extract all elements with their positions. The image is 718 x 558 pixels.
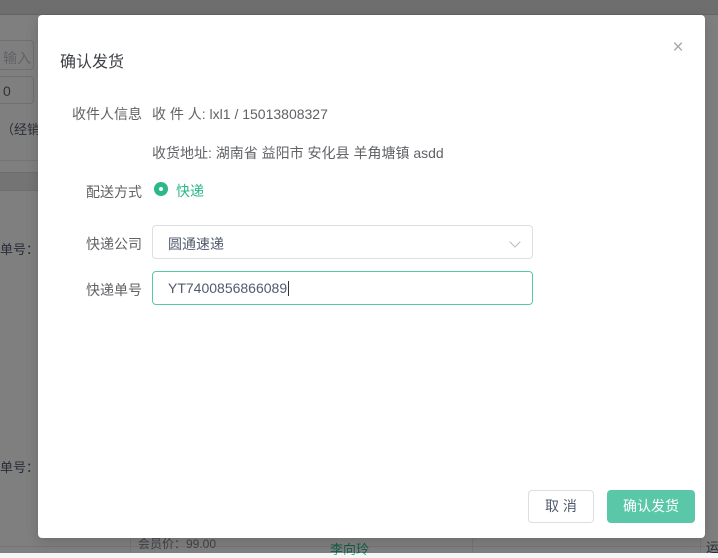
dialog-title: 确认发货 — [60, 48, 124, 72]
tracking-number-label: 快递单号 — [38, 280, 142, 300]
recipient-info-label: 收件人信息 — [38, 104, 142, 124]
confirm-shipment-dialog: 确认发货 × 收件人信息 收 件 人: lxl1 / 15013808327 收… — [38, 15, 705, 538]
close-icon[interactable]: × — [667, 37, 689, 59]
recipient-address-value: 收货地址: 湖南省 益阳市 安化县 羊角塘镇 asdd — [152, 143, 444, 163]
courier-company-select[interactable]: 圆通速递 — [152, 225, 533, 259]
cancel-button[interactable]: 取 消 — [528, 490, 594, 523]
confirm-shipment-button[interactable]: 确认发货 — [607, 490, 695, 523]
tracking-number-value: YT7400856866089 — [168, 280, 287, 296]
delivery-option-express[interactable]: 快递 — [176, 181, 204, 201]
chevron-down-icon — [509, 236, 520, 247]
courier-selected-value: 圆通速递 — [168, 234, 224, 254]
tracking-number-input[interactable]: YT7400856866089 — [152, 271, 533, 305]
courier-company-label: 快递公司 — [38, 234, 142, 254]
delivery-method-label: 配送方式 — [38, 182, 142, 202]
radio-selected-icon[interactable] — [154, 182, 168, 196]
text-caret — [288, 281, 289, 296]
recipient-person-value: 收 件 人: lxl1 / 15013808327 — [152, 104, 328, 124]
